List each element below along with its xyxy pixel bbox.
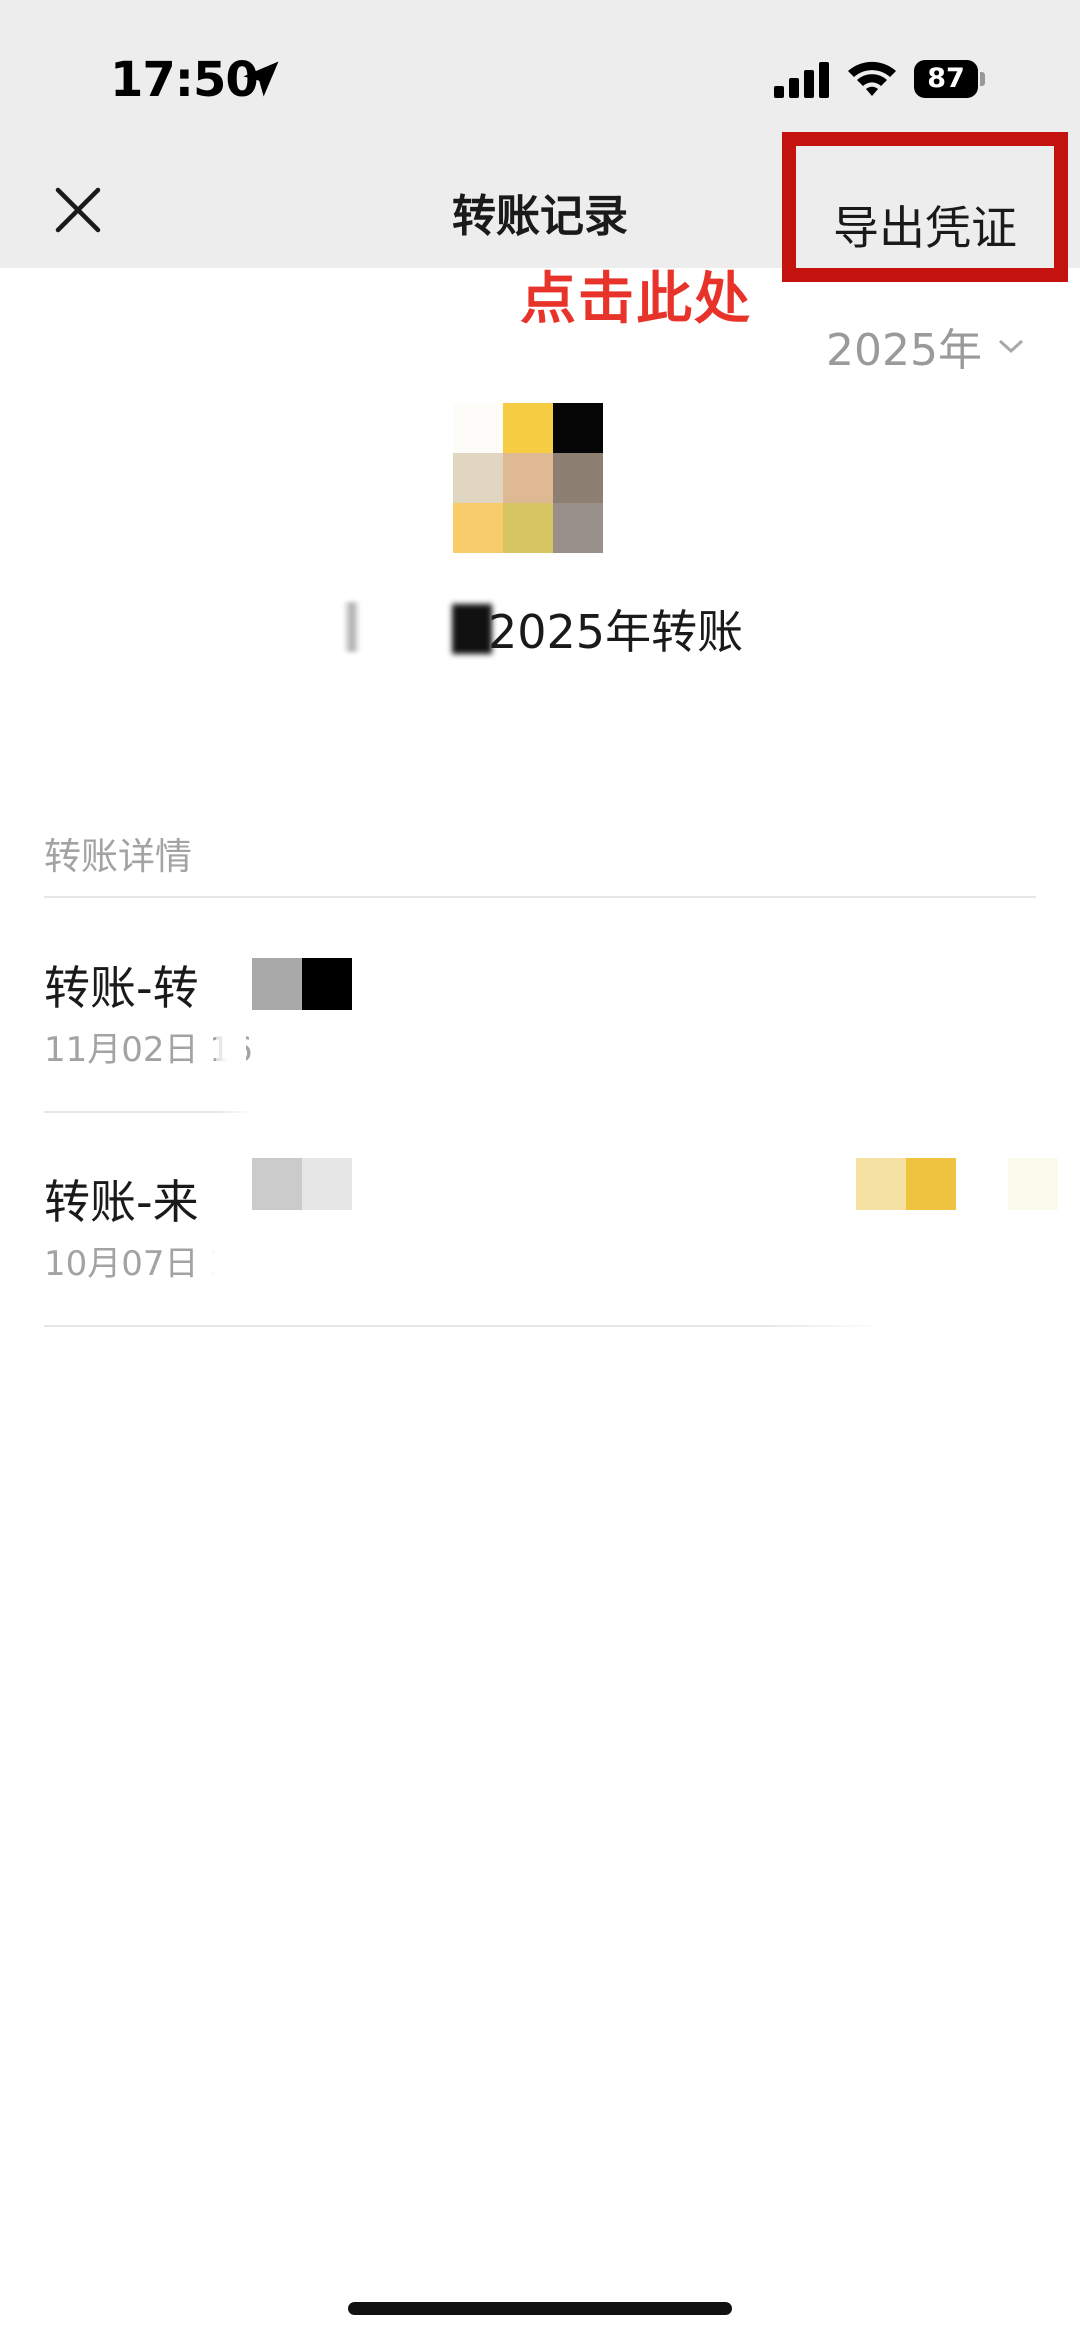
location-arrow-icon bbox=[243, 61, 279, 97]
year-value: 2025年 bbox=[826, 325, 982, 376]
redaction-fade bbox=[200, 1166, 240, 1296]
status-time: 17:50 bbox=[110, 52, 259, 108]
row-divider bbox=[44, 1325, 884, 1327]
wifi-icon bbox=[848, 61, 896, 96]
battery-cap bbox=[980, 72, 985, 86]
redacted-name-block bbox=[452, 604, 492, 654]
redacted-block bbox=[302, 958, 352, 1010]
transaction-title: 转账-来 bbox=[44, 1175, 199, 1229]
contact-avatar bbox=[453, 403, 603, 553]
summary-text: 2025年转账 bbox=[488, 605, 744, 659]
redacted-block bbox=[1008, 1158, 1058, 1210]
redaction-fade bbox=[216, 952, 246, 1082]
transaction-row[interactable]: 转账-来 10月07日 2 bbox=[0, 1144, 1080, 1354]
export-voucher-button[interactable]: 导出凭证 bbox=[782, 132, 1068, 282]
section-label: 转账详情 bbox=[44, 835, 192, 878]
battery-level: 87 bbox=[914, 60, 978, 98]
transfer-summary: 2025年转账 bbox=[0, 596, 1080, 666]
section-divider bbox=[44, 896, 1036, 898]
cellular-signal-icon bbox=[774, 62, 829, 98]
redacted-block bbox=[252, 1158, 302, 1210]
year-selector[interactable]: 2025年 bbox=[826, 318, 1026, 376]
export-voucher-label: 导出凭证 bbox=[833, 201, 1017, 255]
transaction-row[interactable]: 转账-转 11月02日 16 bbox=[0, 930, 1080, 1140]
redacted-block bbox=[252, 958, 302, 1010]
redacted-name-fragment bbox=[344, 602, 360, 652]
battery-icon: 87 bbox=[914, 60, 985, 98]
transaction-title: 转账-转 bbox=[44, 961, 199, 1015]
redacted-block bbox=[906, 1158, 956, 1210]
row-divider bbox=[44, 1111, 254, 1113]
click-here-annotation: 点击此处 bbox=[520, 267, 752, 332]
home-indicator bbox=[348, 2302, 732, 2315]
chevron-down-icon bbox=[998, 339, 1023, 354]
redacted-block bbox=[302, 1158, 352, 1210]
redacted-block bbox=[856, 1158, 906, 1210]
